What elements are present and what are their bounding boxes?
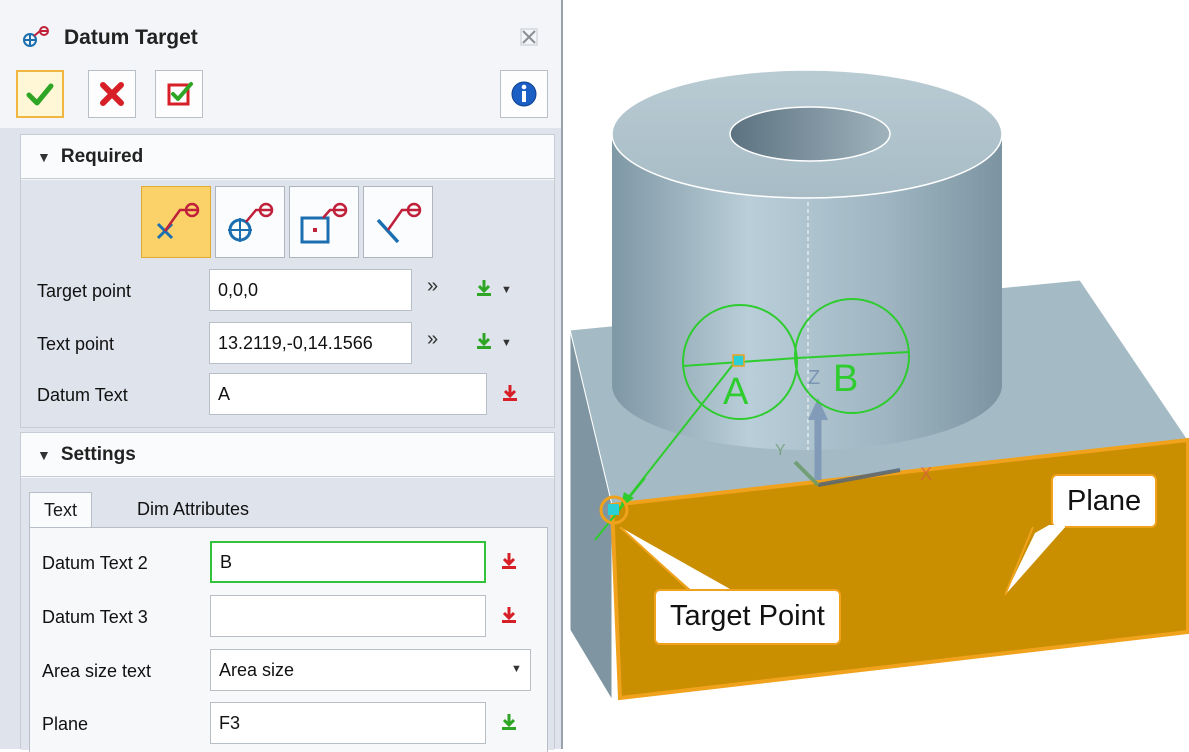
text-point-label: Text point bbox=[37, 334, 115, 354]
tab-dim-attributes[interactable]: Dim Attributes bbox=[123, 492, 263, 528]
settings-tabs: Text Dim Attributes bbox=[25, 492, 550, 528]
cylinder-hole bbox=[729, 106, 891, 162]
required-header[interactable]: ▼ Required bbox=[21, 135, 554, 179]
info-icon bbox=[511, 81, 537, 107]
datum-text-label: Datum Text bbox=[37, 385, 128, 405]
target-point-label: Target point bbox=[37, 281, 132, 301]
apply-button[interactable] bbox=[155, 70, 203, 118]
datum-label-b: B bbox=[833, 358, 859, 400]
pick-point-icon[interactable] bbox=[473, 278, 495, 300]
text-pick-icon[interactable] bbox=[498, 551, 520, 573]
plane-field[interactable]: F3 bbox=[210, 702, 486, 744]
line-target-button[interactable] bbox=[363, 186, 433, 258]
line-target-icon bbox=[376, 202, 422, 244]
rectangle-target-icon bbox=[300, 202, 348, 244]
rectangle-target-button[interactable] bbox=[289, 186, 359, 258]
text-point-field[interactable]: 13.2119,-0,14.1566 bbox=[209, 322, 412, 364]
datum-text-3-label: Datum Text 3 bbox=[42, 607, 148, 627]
collapse-triangle-icon: ▼ bbox=[37, 446, 51, 463]
required-header-label: Required bbox=[60, 145, 144, 167]
plane-callout-pointer bbox=[1005, 525, 1065, 596]
target-point-callout: Target Point bbox=[654, 589, 841, 645]
circle-target-button[interactable] bbox=[215, 186, 285, 258]
area-size-select[interactable]: Area size bbox=[210, 649, 531, 691]
point-target-button[interactable] bbox=[141, 186, 211, 258]
tab-text[interactable]: Text bbox=[29, 492, 93, 528]
info-button[interactable] bbox=[500, 70, 548, 118]
datum-text-3-field[interactable] bbox=[210, 595, 486, 637]
target-callout-pointer bbox=[620, 527, 730, 590]
panel-title: Datum Target bbox=[64, 26, 198, 49]
ok-button[interactable] bbox=[16, 70, 64, 118]
cancel-button[interactable] bbox=[88, 70, 136, 118]
axis-label-z: Z bbox=[808, 367, 821, 389]
datum-target-panel: Datum Target ▼ Required Target point 0,0… bbox=[0, 0, 563, 752]
text-pick-icon[interactable] bbox=[498, 605, 520, 627]
text-pick-icon[interactable] bbox=[499, 383, 521, 405]
settings-header-label: Settings bbox=[60, 443, 136, 465]
x-icon bbox=[100, 82, 124, 106]
apply-icon bbox=[167, 82, 193, 106]
pick-plane-icon[interactable] bbox=[498, 712, 520, 734]
settings-body: Text Dim Attributes Datum Text 2 B Datum… bbox=[21, 478, 554, 752]
area-size-text-label: Area size text bbox=[42, 661, 152, 681]
circle-target-icon bbox=[228, 202, 274, 242]
plane-label: Plane bbox=[42, 714, 89, 734]
pick-point-icon[interactable] bbox=[473, 331, 495, 353]
datum-text-2-field[interactable]: B bbox=[210, 541, 486, 583]
chevron-down-icon[interactable]: » bbox=[427, 275, 438, 298]
dropdown-arrow-icon[interactable]: ▼ bbox=[511, 663, 522, 675]
dropdown-arrow-icon[interactable]: ▼ bbox=[501, 284, 512, 296]
close-icon[interactable] bbox=[520, 28, 538, 51]
point-target-icon bbox=[156, 202, 200, 240]
collapse-triangle-icon: ▼ bbox=[37, 148, 51, 165]
panel-titlebar: Datum Target bbox=[0, 0, 561, 62]
datum-text-field[interactable]: A bbox=[209, 373, 487, 415]
settings-header[interactable]: ▼ Settings bbox=[21, 433, 554, 477]
settings-section: ▼ Settings Text Dim Attributes Datum Tex… bbox=[20, 432, 555, 752]
required-section: ▼ Required Target point 0,0,0 » ▼ Text p… bbox=[20, 134, 555, 428]
axis-label-x: X bbox=[920, 464, 933, 484]
3d-viewport[interactable]: A B Z X Y Plane Target Point bbox=[565, 0, 1189, 749]
plane-callout: Plane bbox=[1051, 474, 1158, 528]
panel-toolbar bbox=[0, 62, 561, 128]
datum-target-icon bbox=[22, 26, 52, 53]
text-tab-content: Datum Text 2 B Datum Text 3 Area size te… bbox=[29, 527, 548, 752]
dropdown-arrow-icon[interactable]: ▼ bbox=[501, 337, 512, 349]
datum-label-a: A bbox=[723, 371, 749, 413]
checkmark-icon bbox=[26, 83, 54, 106]
target-point-field[interactable]: 0,0,0 bbox=[209, 269, 412, 311]
axis-label-y: Y bbox=[775, 442, 786, 459]
required-body: Target point 0,0,0 » ▼ Text point 13.211… bbox=[21, 180, 554, 427]
datum-text-2-label: Datum Text 2 bbox=[42, 553, 148, 573]
chevron-down-icon[interactable]: » bbox=[427, 328, 438, 351]
